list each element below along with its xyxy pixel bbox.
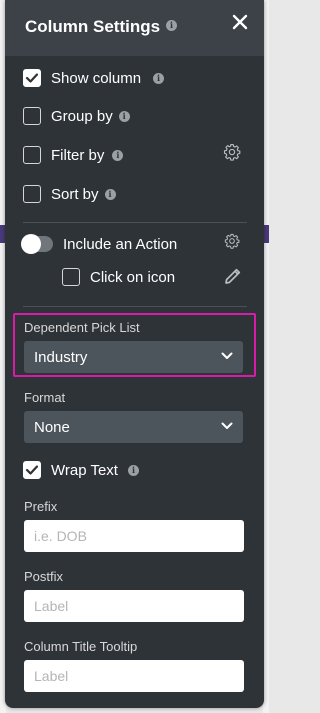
postfix-input[interactable] xyxy=(24,590,244,622)
checkmark-icon xyxy=(25,73,39,83)
checkmark-icon xyxy=(25,465,39,475)
format-label: Format xyxy=(24,390,66,405)
close-icon xyxy=(232,14,248,30)
info-icon[interactable]: i xyxy=(166,20,178,32)
close-button[interactable] xyxy=(230,12,250,32)
pencil-icon[interactable] xyxy=(224,267,242,285)
info-icon[interactable]: i xyxy=(118,110,130,122)
gear-icon[interactable] xyxy=(224,233,240,249)
sort-by-checkbox[interactable] xyxy=(23,185,41,203)
group-by-label: Group by xyxy=(51,107,113,125)
wrap-text-option[interactable]: Wrap Text i xyxy=(23,459,139,481)
wrap-text-checkbox[interactable] xyxy=(23,461,41,479)
dependent-pick-list-value: Industry xyxy=(34,348,88,366)
dependent-pick-list-label: Dependent Pick List xyxy=(24,320,140,335)
group-by-option[interactable]: Group by i xyxy=(23,105,130,127)
group-by-checkbox[interactable] xyxy=(23,107,41,125)
chevron-down-icon xyxy=(221,422,233,429)
divider xyxy=(23,222,247,223)
filter-by-label: Filter by xyxy=(51,146,105,164)
gear-icon[interactable] xyxy=(223,143,241,161)
click-on-icon-checkbox[interactable] xyxy=(62,268,80,286)
prefix-label: Prefix xyxy=(24,499,58,514)
info-icon[interactable]: i xyxy=(112,149,124,161)
wrap-text-label: Wrap Text xyxy=(51,461,118,479)
format-select[interactable]: None xyxy=(24,411,243,443)
panel-header: Column Settings i xyxy=(5,0,264,56)
filter-by-option[interactable]: Filter by i xyxy=(23,144,124,166)
column-title-tooltip-label: Column Title Tooltip xyxy=(24,639,138,654)
sort-by-option[interactable]: Sort by i xyxy=(23,183,116,205)
show-column-option[interactable]: Show column i xyxy=(23,67,165,89)
show-column-checkbox[interactable] xyxy=(23,69,41,87)
panel-title: Column Settings i xyxy=(25,17,178,37)
filter-by-checkbox[interactable] xyxy=(23,146,41,164)
include-action-toggle[interactable] xyxy=(21,234,53,254)
info-icon[interactable]: i xyxy=(127,464,139,476)
click-on-icon-option[interactable]: Click on icon xyxy=(62,266,175,288)
info-icon[interactable]: i xyxy=(153,72,165,84)
toggle-knob xyxy=(21,234,41,254)
info-icon[interactable]: i xyxy=(104,188,116,200)
divider xyxy=(23,306,247,307)
click-on-icon-label: Click on icon xyxy=(90,268,176,286)
dependent-pick-list-select[interactable]: Industry xyxy=(24,341,243,373)
show-column-label: Show column xyxy=(51,69,142,87)
include-action-label: Include an Action xyxy=(63,235,178,253)
column-title-tooltip-input[interactable] xyxy=(24,660,244,692)
include-action-option[interactable]: Include an Action xyxy=(21,233,178,255)
column-settings-panel: Column Settings i Show column i Group by … xyxy=(5,0,264,708)
panel-title-text: Column Settings xyxy=(25,17,161,36)
chevron-down-icon xyxy=(221,352,233,359)
format-value: None xyxy=(34,418,70,436)
sort-by-label: Sort by xyxy=(51,185,99,203)
postfix-label: Postfix xyxy=(24,569,64,584)
prefix-input[interactable] xyxy=(24,520,244,552)
